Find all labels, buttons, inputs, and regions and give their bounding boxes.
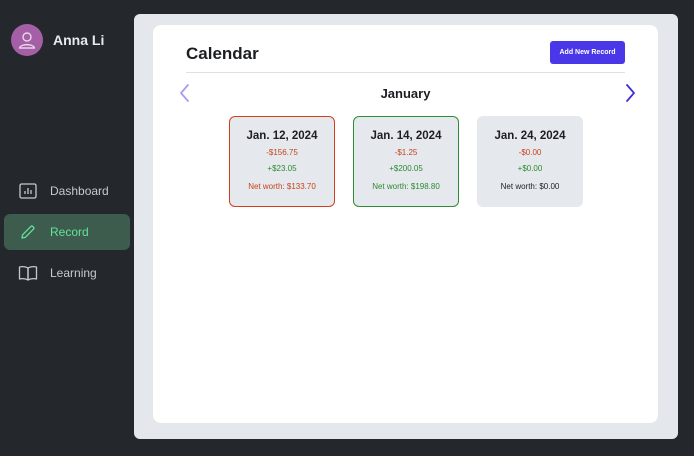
record-net-worth: Net worth: $133.70 [248, 182, 316, 191]
record-card[interactable]: Jan. 12, 2024 -$156.75 +$23.05 Net worth… [229, 116, 335, 207]
record-expense: -$156.75 [266, 148, 298, 157]
record-expense: -$0.00 [518, 148, 542, 157]
main-content: Calendar Add New Record January Jan. 12,… [134, 14, 678, 439]
record-card[interactable]: Jan. 14, 2024 -$1.25 +$200.05 Net worth:… [353, 116, 459, 207]
record-date: Jan. 14, 2024 [370, 130, 442, 142]
record-income: +$23.05 [267, 164, 297, 173]
sidebar-item-record[interactable]: Record [4, 214, 130, 250]
chevron-right-icon [626, 84, 635, 102]
sidebar-item-label: Record [50, 225, 89, 239]
month-label: January [380, 86, 431, 101]
sidebar-item-learning[interactable]: Learning [4, 255, 130, 291]
next-month-button[interactable] [622, 83, 638, 103]
sidebar-nav: Dashboard Record Learning [4, 173, 130, 296]
record-card[interactable]: Jan. 24, 2024 -$0.00 +$0.00 Net worth: $… [477, 116, 583, 207]
record-expense: -$1.25 [394, 148, 418, 157]
record-date: Jan. 24, 2024 [494, 130, 566, 142]
record-net-worth: Net worth: $198.80 [372, 182, 440, 191]
sidebar: Anna Li Dashboard Record Learning [0, 0, 134, 456]
record-cards: Jan. 12, 2024 -$156.75 +$23.05 Net worth… [229, 116, 601, 207]
sidebar-item-label: Learning [50, 266, 97, 280]
page-title: Calendar [186, 44, 259, 63]
book-icon [18, 263, 38, 283]
user-name: Anna Li [53, 32, 105, 48]
record-net-worth: Net worth: $0.00 [500, 182, 560, 191]
record-income: +$0.00 [517, 164, 543, 173]
chart-icon [18, 181, 38, 201]
sidebar-item-dashboard[interactable]: Dashboard [4, 173, 130, 209]
add-new-record-button[interactable]: Add New Record [550, 41, 625, 64]
app-root: Anna Li Dashboard Record Learning Calend… [0, 0, 694, 456]
avatar[interactable] [11, 24, 43, 56]
record-income: +$200.05 [389, 164, 423, 173]
pencil-icon [18, 222, 38, 242]
divider [186, 72, 625, 73]
user-icon [18, 32, 36, 49]
calendar-panel: Calendar Add New Record January Jan. 12,… [153, 25, 658, 423]
sidebar-item-label: Dashboard [50, 184, 109, 198]
user-profile[interactable]: Anna Li [11, 24, 104, 56]
record-date: Jan. 12, 2024 [246, 130, 318, 142]
